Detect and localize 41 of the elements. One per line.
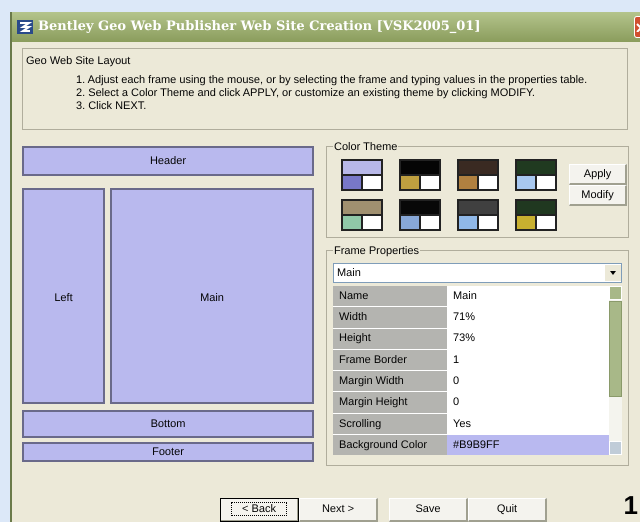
header-frame[interactable]: Header <box>22 146 314 176</box>
nav-button[interactable]: < Back <box>220 498 299 522</box>
nav-button[interactable]: Save <box>389 498 468 522</box>
group-title: Frame Properties <box>333 243 420 260</box>
property-name: Width <box>333 307 447 328</box>
color-theme-swatch[interactable] <box>457 159 499 191</box>
instruction-step: 3. Click NEXT. <box>76 100 624 113</box>
color-theme-swatch[interactable] <box>457 199 499 231</box>
app-logo-icon <box>16 18 34 36</box>
main-frame[interactable]: Main <box>110 188 314 404</box>
property-name: Margin Width <box>333 371 447 392</box>
property-name: Scrolling <box>333 414 447 434</box>
modify-button[interactable]: Modify <box>569 185 627 206</box>
left-frame[interactable]: Left <box>22 188 105 404</box>
nav-button[interactable]: Next > <box>299 498 378 522</box>
property-name: Name <box>333 286 447 306</box>
footer-frame[interactable]: Footer <box>22 442 314 462</box>
color-theme-swatch[interactable] <box>399 199 441 231</box>
frame-dropdown[interactable]: Main <box>333 263 622 283</box>
scroll-thumb[interactable] <box>609 301 622 397</box>
instruction-step: 2. Select a Color Theme and click APPLY, or customize an existing theme by clicking MODIFY. <box>76 87 624 100</box>
scroll-down-icon <box>609 441 622 456</box>
nav-button[interactable]: Quit <box>468 498 547 522</box>
apply-button[interactable]: Apply <box>569 164 627 185</box>
window-title: Bentley Geo Web Publisher Web Site Creation [VSK2005_01] <box>38 18 480 36</box>
color-theme-swatch[interactable] <box>341 159 383 191</box>
scroll-up-icon <box>609 286 622 300</box>
scrollbar[interactable] <box>609 286 622 456</box>
color-theme-swatch[interactable] <box>399 159 441 191</box>
color-theme-swatch[interactable] <box>515 199 557 231</box>
instruction-step: 1. Adjust each frame using the mouse, or by selecting the frame and typing values in the properties table. <box>76 74 624 87</box>
section-title: Geo Web Site Layout <box>26 54 132 69</box>
bottom-frame[interactable]: Bottom <box>22 410 314 438</box>
page-number: 1 <box>624 492 638 518</box>
property-name: Margin Height <box>333 392 447 413</box>
color-theme-swatch[interactable] <box>341 199 383 231</box>
property-name: Height <box>333 328 447 349</box>
property-value[interactable]: #B9B9FF <box>447 435 609 456</box>
property-name: Background Color <box>333 435 447 456</box>
property-name: Frame Border <box>333 350 447 370</box>
color-theme-swatch[interactable] <box>515 159 557 191</box>
